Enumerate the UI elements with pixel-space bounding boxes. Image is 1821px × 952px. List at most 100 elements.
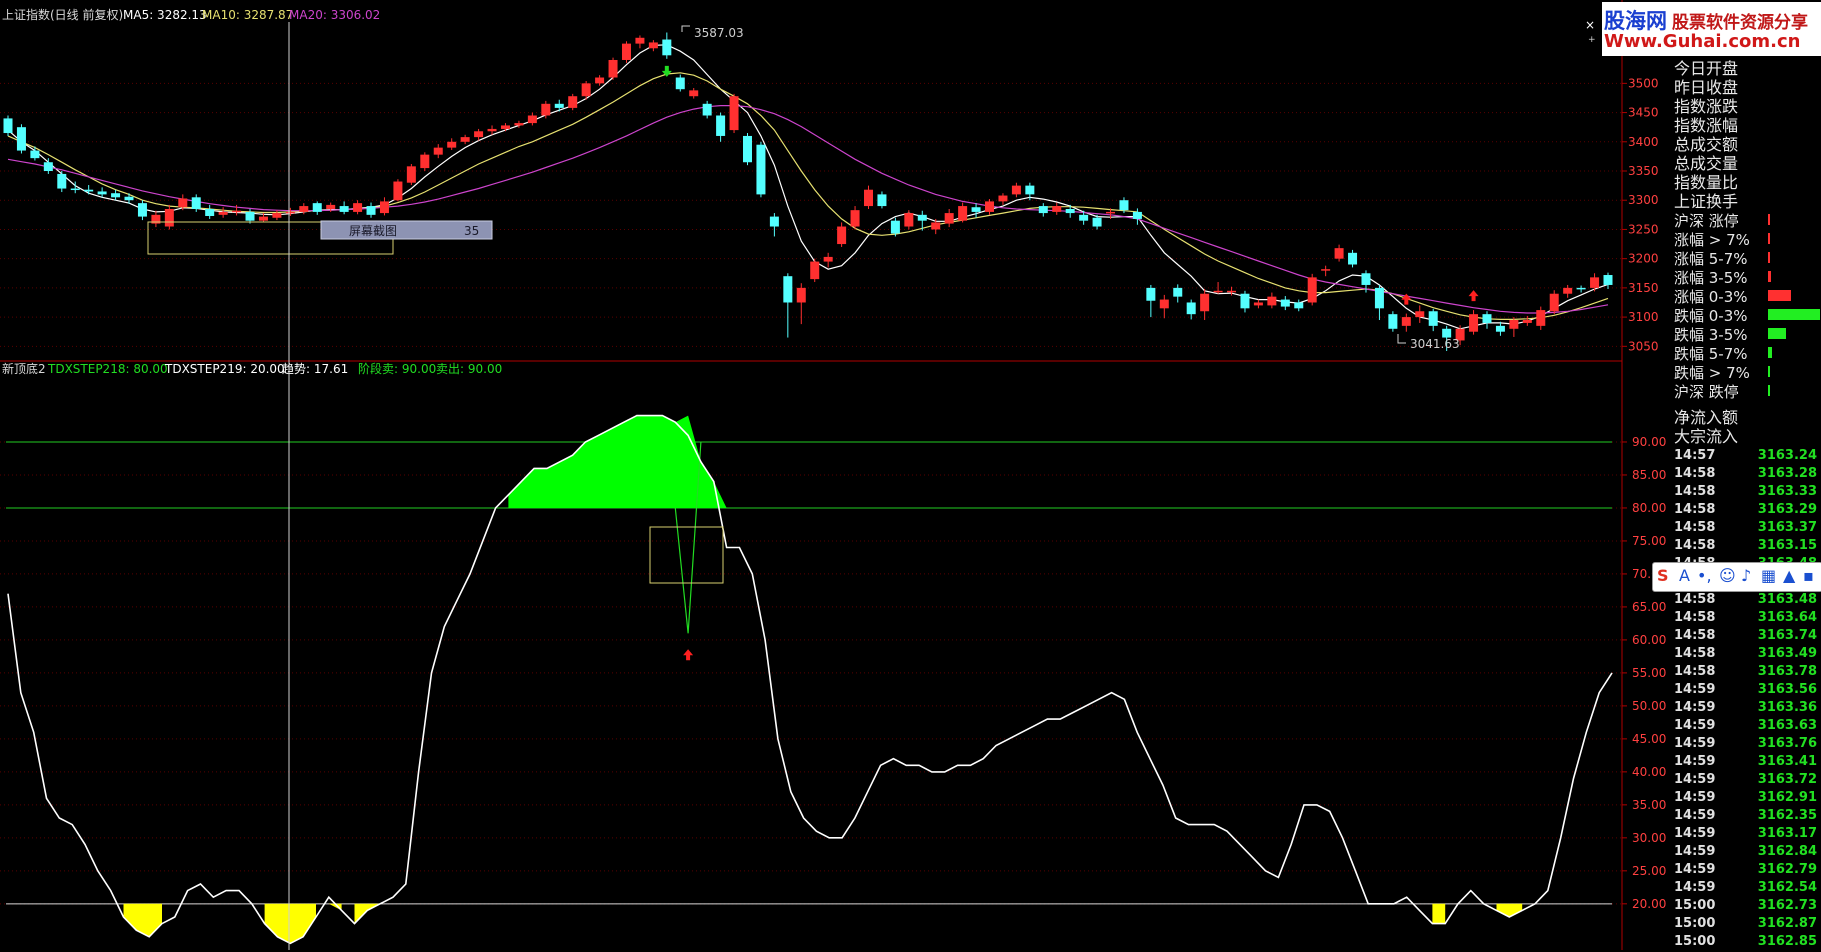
tick-row: 14:57 3163.24 [1672,448,1821,466]
candle-body [635,37,645,44]
lower-grid [0,441,1622,905]
value-tick-label: 85.00 [1632,468,1666,482]
candle-body [1509,320,1519,329]
ime-emoji-icon[interactable]: ☺ [1719,566,1736,585]
tick-price: 3163.48 [1757,592,1817,607]
input-method-toolbar[interactable]: S A •, ☺ ♪ ▦ ▲ ▪ [1652,562,1821,592]
candle-body [1132,211,1142,219]
tick-row: 14:59 3163.76 [1672,736,1821,754]
candle-body [917,214,927,221]
tick-time: 14:59 [1674,826,1716,841]
tick-time: 14:58 [1674,646,1716,661]
ime-punctuation-icon[interactable]: •, [1697,566,1712,585]
value-tick-label: 60.00 [1632,633,1666,647]
candle-body [285,211,295,214]
candle-body [1522,320,1532,323]
tick-row: 14:59 3162.91 [1672,790,1821,808]
tick-row: 14:59 3162.79 [1672,862,1821,880]
candle-body [406,166,416,183]
tick-price: 3163.74 [1757,628,1817,643]
tick-price: 3163.56 [1757,682,1817,697]
tick-price: 3163.29 [1757,502,1817,517]
price-tick-label: 3300 [1628,193,1659,207]
tick-row: 15:00 3162.87 [1672,916,1821,934]
lower-legend: 新顶底2 TDXSTEP218: 80.00 TDXSTEP219: 20.00… [2,361,502,376]
tick-time: 14:58 [1674,520,1716,535]
breadth-bar [1768,347,1772,358]
candle-body [258,216,268,221]
ime-menu-icon[interactable]: ▪ [1803,566,1814,585]
breadth-bar [1768,366,1770,377]
panel-close-icon[interactable]: × [1585,18,1595,32]
high-label: 3587.03 [694,26,744,40]
panel-dot-icon[interactable]: + [1588,35,1596,45]
candle-body [783,276,793,303]
candle-body [648,42,658,49]
screenshot-tip-count: 35 [464,224,479,238]
breadth-label: 跌幅 0-3% [1674,307,1748,325]
candle-body [675,77,685,90]
value-tick-label: 55.00 [1632,666,1666,680]
breadth-bar [1768,252,1770,263]
logo-tagline: 股票软件资源分享 [1672,13,1808,33]
candle-body [1563,287,1573,294]
candle-body [460,137,470,142]
candle-body [474,131,484,138]
selection-box-lower[interactable] [649,526,724,584]
tick-row: 14:59 3163.41 [1672,754,1821,772]
low-label: 3041.63 [1410,337,1460,351]
candle-body [30,150,40,159]
breadth-label: 沪深 涨停 [1674,212,1739,230]
flow-label: 大宗流入 [1674,427,1739,446]
ime-language-icon[interactable]: A [1679,566,1690,585]
ime-voice-icon[interactable]: ♪ [1741,566,1751,585]
ime-logo-icon[interactable]: S [1657,566,1669,585]
candle-body [1536,310,1546,326]
candle-body [1213,290,1223,293]
ime-keyboard-icon[interactable]: ▦ [1761,566,1776,585]
tick-time: 15:00 [1674,916,1716,931]
tick-price: 3163.76 [1757,736,1817,751]
tick-row: 14:58 3163.29 [1672,502,1821,520]
chart-canvas[interactable]: 3050 3100 3150 3200 3250 3300 3350 3400 3450 3500… [0,0,1672,950]
breadth-bar [1768,233,1770,244]
tick-time: 14:58 [1674,664,1716,679]
candle-body [1307,277,1317,303]
candle-body [272,213,282,218]
candle-body [191,197,201,209]
tick-price: 3162.54 [1757,880,1817,895]
bottom-zone-fill [264,903,316,944]
candle-body [379,201,389,214]
value-tick-label: 50.00 [1632,699,1666,713]
trend-legend: 趋势: 17.61 [282,362,348,376]
candle-body [97,191,107,195]
tick-price: 3163.49 [1757,646,1817,661]
candle-body [3,118,13,134]
breadth-label: 涨幅 0-3% [1674,288,1748,306]
candle-body [514,123,524,126]
tick-row: 14:58 3163.48 [1672,592,1821,610]
ma20-legend: MA20: 3306.02 [289,8,380,22]
tick-price: 3163.15 [1757,538,1817,553]
value-tick-label: 25.00 [1632,864,1666,878]
candle-body [769,216,779,227]
candle-body [1173,287,1183,297]
tick-row: 14:58 3163.33 [1672,484,1821,502]
tick-time: 14:59 [1674,790,1716,805]
step219-legend: TDXSTEP219: 20.00 [164,362,285,376]
candle-body [944,213,954,224]
candle-body [1159,299,1169,309]
breadth-label: 跌幅 > 7% [1674,364,1750,382]
tick-row: 14:58 3163.74 [1672,628,1821,646]
candle-body [137,203,147,217]
step218-legend: TDXSTEP218: 80.00 [47,362,168,376]
candle-body [312,203,322,212]
ime-shirt-icon[interactable]: ▲ [1783,566,1795,585]
breadth-label: 涨幅 > 7% [1674,231,1750,249]
breadth-label: 涨幅 5-7% [1674,250,1748,268]
screenshot-tip[interactable]: 屏幕截图 35 [320,220,493,240]
index-name: 上证指数(日线 前复权) [2,7,123,22]
tick-time: 14:58 [1674,466,1716,481]
tick-time: 14:59 [1674,700,1716,715]
tick-row: 14:58 3163.28 [1672,466,1821,484]
